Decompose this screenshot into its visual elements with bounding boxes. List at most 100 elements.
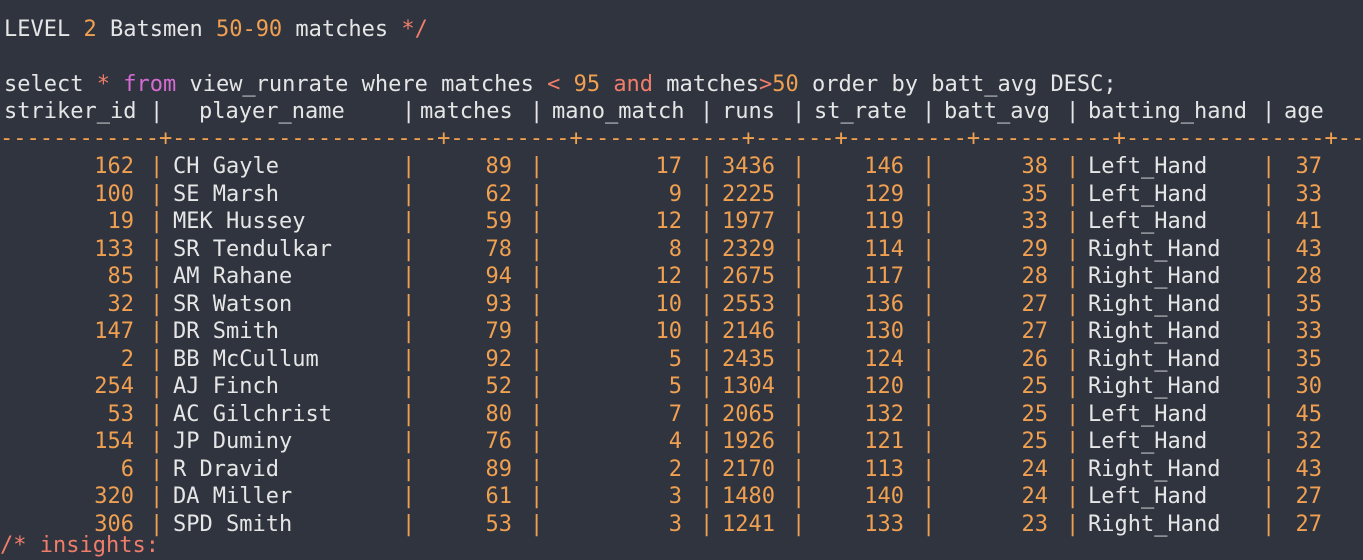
column-separator: |: [530, 346, 544, 372]
column-separator: |: [1066, 291, 1080, 317]
cell-batt-avg: 28: [1021, 264, 1049, 289]
cell-mano-match: 12: [655, 209, 683, 234]
cell-striker-id: 2: [120, 346, 134, 372]
column-separator: |: [700, 236, 714, 262]
cell-age: 30: [1295, 374, 1323, 399]
cell-st-rate: 146: [864, 154, 904, 179]
cell-player-name: R Dravid: [173, 456, 279, 482]
cell-mano-match: 7: [668, 401, 682, 427]
column-separator: |: [922, 154, 936, 179]
column-separator: |: [402, 154, 416, 179]
comment-line: LEVEL 2 Batsmen 50-90 matches */: [4, 17, 428, 42]
cell-mano-match: 12: [655, 264, 683, 289]
column-separator: |: [530, 511, 544, 537]
column-separator: |: [792, 429, 806, 454]
cell-player-name: SR Tendulkar: [173, 236, 332, 262]
header-column-separator: |: [530, 99, 544, 124]
column-header-player-name: player_name: [199, 99, 345, 124]
column-separator: |: [402, 456, 416, 482]
cell-age: 27: [1295, 511, 1323, 537]
column-separator: |: [1262, 181, 1276, 207]
cell-batting-hand: Right_Hand: [1088, 346, 1221, 372]
cell-st-rate: 136: [864, 291, 904, 317]
cell-st-rate: 120: [864, 374, 904, 399]
column-separator: |: [150, 236, 164, 262]
cell-mano-match: 3: [668, 484, 682, 509]
column-separator: |: [1262, 511, 1276, 537]
cell-player-name: DA Miller: [173, 484, 293, 509]
column-separator: |: [530, 209, 544, 234]
column-separator: |: [922, 429, 936, 454]
cell-striker-id: 19: [107, 209, 135, 234]
cell-batt-avg: 24: [1021, 484, 1049, 509]
cell-player-name: MEK Hussey: [173, 209, 306, 234]
cell-player-name: AM Rahane: [173, 264, 293, 289]
cell-striker-id: 254: [94, 374, 134, 399]
cell-age: 43: [1295, 236, 1323, 262]
cell-mano-match: 3: [668, 511, 682, 537]
header-column-separator: |: [402, 99, 416, 124]
cell-batting-hand: Left_Hand: [1088, 181, 1208, 207]
column-separator: |: [1066, 484, 1080, 509]
column-separator: |: [700, 264, 714, 289]
column-header-st-rate: st_rate: [814, 99, 907, 124]
cell-mano-match: 9: [668, 181, 682, 207]
cell-batt-avg: 38: [1021, 154, 1049, 179]
cell-st-rate: 117: [864, 264, 904, 289]
column-separator: |: [402, 236, 416, 262]
cell-mano-match: 17: [655, 154, 683, 179]
column-header-mano-match: mano_match: [552, 99, 685, 124]
cell-striker-id: 6: [120, 456, 134, 482]
header-column-separator: |: [150, 99, 164, 124]
cell-batt-avg: 33: [1021, 209, 1049, 234]
column-separator: |: [922, 484, 936, 509]
cell-player-name: BB McCullum: [173, 346, 319, 372]
cell-batt-avg: 24: [1021, 456, 1049, 482]
cell-batting-hand: Right_Hand: [1088, 511, 1221, 537]
column-header-batt-avg: batt_avg: [944, 99, 1050, 124]
cell-age: 41: [1295, 209, 1323, 234]
column-separator: |: [402, 319, 416, 344]
column-separator: |: [792, 456, 806, 482]
cell-matches: 92: [485, 346, 513, 372]
cell-st-rate: 119: [864, 209, 904, 234]
column-separator: |: [402, 264, 416, 289]
cell-age: 33: [1295, 319, 1323, 344]
column-separator: |: [922, 319, 936, 344]
cell-runs: 2146: [722, 319, 775, 344]
cell-matches: 80: [485, 401, 513, 427]
cell-striker-id: 32: [107, 291, 135, 317]
cell-batting-hand: Right_Hand: [1088, 374, 1221, 399]
cell-striker-id: 162: [94, 154, 134, 179]
cell-age: 32: [1295, 429, 1323, 454]
column-separator: |: [922, 236, 936, 262]
cell-matches: 78: [485, 236, 513, 262]
column-separator: |: [402, 511, 416, 537]
column-separator: |: [1262, 401, 1276, 427]
column-separator: |: [150, 429, 164, 454]
column-separator: |: [150, 154, 164, 179]
column-separator: |: [150, 291, 164, 317]
column-separator: |: [530, 456, 544, 482]
column-separator: |: [1066, 374, 1080, 399]
cell-runs: 1977: [722, 209, 775, 234]
cell-age: 27: [1295, 484, 1323, 509]
cell-st-rate: 133: [864, 511, 904, 537]
cell-batt-avg: 26: [1021, 346, 1049, 372]
column-separator: |: [530, 429, 544, 454]
column-header-batting-hand: batting_hand: [1088, 99, 1247, 124]
column-separator: |: [402, 374, 416, 399]
column-separator: |: [922, 264, 936, 289]
column-separator: |: [402, 401, 416, 427]
cell-batt-avg: 23: [1021, 511, 1049, 537]
cell-age: 28: [1295, 264, 1323, 289]
cell-age: 37: [1295, 154, 1323, 179]
column-separator: |: [792, 209, 806, 234]
column-separator: |: [1066, 264, 1080, 289]
column-separator: |: [922, 511, 936, 537]
column-separator: |: [792, 346, 806, 372]
cell-matches: 76: [485, 429, 513, 454]
header-column-separator: |: [922, 99, 936, 124]
column-separator: |: [1262, 374, 1276, 399]
column-separator: |: [1262, 291, 1276, 317]
